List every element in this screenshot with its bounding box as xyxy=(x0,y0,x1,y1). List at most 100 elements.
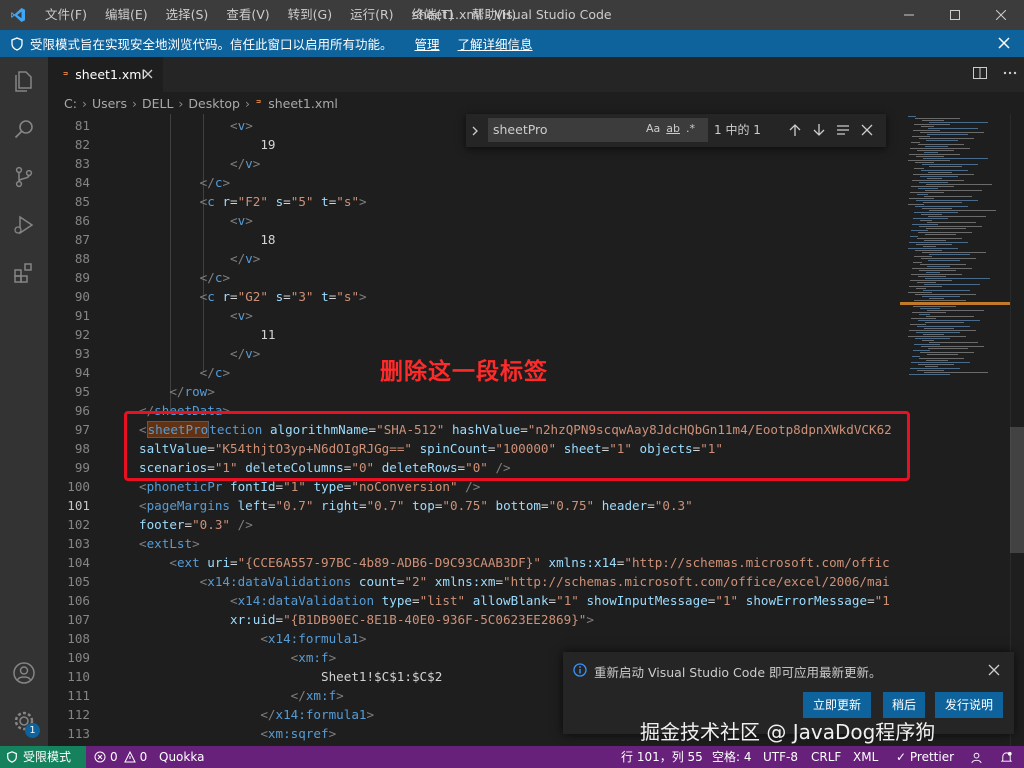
minimap-line xyxy=(909,374,950,375)
breadcrumb-item[interactable]: Desktop xyxy=(188,96,240,111)
warning-icon xyxy=(123,751,136,763)
minimap-line xyxy=(918,232,972,233)
manage-link[interactable]: 管理 xyxy=(415,34,440,53)
window-controls xyxy=(886,0,1024,30)
restricted-mode-status[interactable]: 受限模式 xyxy=(0,746,86,768)
language-status[interactable]: XML xyxy=(853,746,878,768)
match-case-toggle[interactable]: Aa xyxy=(646,122,660,135)
code-line: 103 <extLst> xyxy=(48,534,199,553)
find-in-selection-icon[interactable] xyxy=(836,123,850,137)
accounts-icon[interactable] xyxy=(12,661,36,685)
minimap-line xyxy=(913,174,974,175)
line-text: <v> xyxy=(230,118,253,133)
menu-item[interactable]: 编辑(E) xyxy=(96,0,157,30)
find-options: Aa ab .* xyxy=(646,122,695,135)
update-now-button[interactable]: 立即更新 xyxy=(803,692,871,718)
close-icon[interactable] xyxy=(860,123,874,137)
line-number: 105 xyxy=(67,574,90,589)
menu-item[interactable]: 帮助(H) xyxy=(463,0,525,30)
arrow-up-icon[interactable] xyxy=(788,123,802,137)
line-text: </xm:f> xyxy=(290,688,344,703)
menu-item[interactable]: 运行(R) xyxy=(341,0,402,30)
restricted-mode-banner: 受限模式旨在实现安全地浏览代码。信任此窗口以启用所有功能。 管理 了解详细信息 xyxy=(0,30,1024,57)
scrollbar-thumb[interactable] xyxy=(1010,427,1024,553)
breadcrumb-item[interactable]: Users xyxy=(92,96,127,111)
line-number: 104 xyxy=(67,555,90,570)
minimap-line xyxy=(915,118,960,119)
minimap-line xyxy=(918,188,938,189)
breadcrumb-item[interactable]: sheet1.xml xyxy=(268,96,338,111)
minimap-line xyxy=(913,350,930,351)
later-button[interactable]: 稍后 xyxy=(883,692,925,718)
minimap-line xyxy=(922,120,944,121)
menu-item[interactable]: 选择(S) xyxy=(157,0,218,30)
eol-status[interactable]: CRLF xyxy=(811,746,841,768)
code-line: 93 </v> xyxy=(48,344,261,363)
menu-item[interactable]: 文件(F) xyxy=(36,0,96,30)
minimap-line xyxy=(910,324,926,325)
explorer-icon[interactable] xyxy=(12,69,36,93)
code-line: 111 </xm:f> xyxy=(48,686,344,705)
close-window-button[interactable] xyxy=(978,0,1024,30)
close-icon[interactable] xyxy=(988,664,1000,676)
minimap-line xyxy=(908,336,966,337)
minimap-line xyxy=(915,338,950,339)
chevron-right-icon[interactable] xyxy=(466,114,484,147)
close-icon[interactable] xyxy=(141,67,155,81)
account-status-icon[interactable] xyxy=(970,746,983,768)
cursor-position[interactable]: 行 101，列 55 xyxy=(621,746,703,768)
menu-item[interactable]: 终端(T) xyxy=(403,0,463,30)
minimap-line xyxy=(913,218,948,219)
find-widget: sheetPro Aa ab .* 1 中的 1 xyxy=(466,114,886,147)
minimap-line xyxy=(922,340,934,341)
minimap-line xyxy=(924,284,980,285)
minimap-line xyxy=(920,220,932,221)
code-line: 96 </sheetData> xyxy=(48,401,230,420)
regex-toggle[interactable]: .* xyxy=(686,122,695,135)
breadcrumb-item[interactable]: DELL xyxy=(142,96,173,111)
maximize-button[interactable] xyxy=(932,0,978,30)
minimap-line xyxy=(928,216,986,217)
minimap-line xyxy=(911,186,954,187)
line-text: </v> xyxy=(230,251,261,266)
close-icon[interactable] xyxy=(996,35,1012,51)
minimap-line xyxy=(910,236,918,237)
release-notes-button[interactable]: 发行说明 xyxy=(935,692,1003,718)
minimap-line xyxy=(909,198,934,199)
menu-bar: 文件(F) 编辑(E) 选择(S) 查看(V) 转到(G) 运行(R) 终端(T) 帮助(H) xyxy=(36,0,525,30)
indentation-status[interactable]: 空格: 4 xyxy=(712,746,752,768)
line-number: 89 xyxy=(74,270,90,285)
minimap-line xyxy=(912,268,972,269)
whole-word-toggle[interactable]: ab xyxy=(666,122,680,135)
line-number: 88 xyxy=(74,251,90,266)
info-icon xyxy=(573,663,587,677)
run-debug-icon[interactable] xyxy=(12,213,36,237)
problems-status[interactable]: 0 0 xyxy=(94,746,147,768)
notifications-bell-icon[interactable] xyxy=(1000,746,1013,768)
code-line: 82 19 xyxy=(48,135,276,154)
prettier-status[interactable]: ✓ Prettier xyxy=(896,746,954,768)
minimap-line xyxy=(908,248,958,249)
menu-item[interactable]: 查看(V) xyxy=(217,0,278,30)
menu-item[interactable]: 转到(G) xyxy=(279,0,341,30)
code-lines: 81 <v> 82 19 83 </v> 84 </c> 85 <c r="F2" s=… xyxy=(48,116,892,743)
search-icon[interactable] xyxy=(12,117,36,141)
code-line: 105 <x14:dataValidations count="2" xmlns… xyxy=(48,572,889,591)
encoding-status[interactable]: UTF-8 xyxy=(763,746,798,768)
extensions-icon[interactable] xyxy=(12,261,36,285)
tab-sheet1-xml[interactable]: ᵙ sheet1.xml xyxy=(48,57,163,92)
arrow-down-icon[interactable] xyxy=(812,123,826,137)
code-line: 92 11 xyxy=(48,325,276,344)
minimize-button[interactable] xyxy=(886,0,932,30)
minimap-line xyxy=(912,136,930,137)
minimap-line xyxy=(924,372,988,373)
learn-more-link[interactable]: 了解详细信息 xyxy=(458,34,533,53)
breadcrumb-item[interactable]: C: xyxy=(64,96,77,111)
split-editor-icon[interactable] xyxy=(972,65,988,81)
line-number: 81 xyxy=(74,118,90,133)
source-control-icon[interactable] xyxy=(12,165,36,189)
more-actions-icon[interactable] xyxy=(1002,65,1018,81)
minimap-line xyxy=(912,224,938,225)
minimap-line xyxy=(913,306,956,307)
quokka-status[interactable]: Quokka xyxy=(159,746,204,768)
